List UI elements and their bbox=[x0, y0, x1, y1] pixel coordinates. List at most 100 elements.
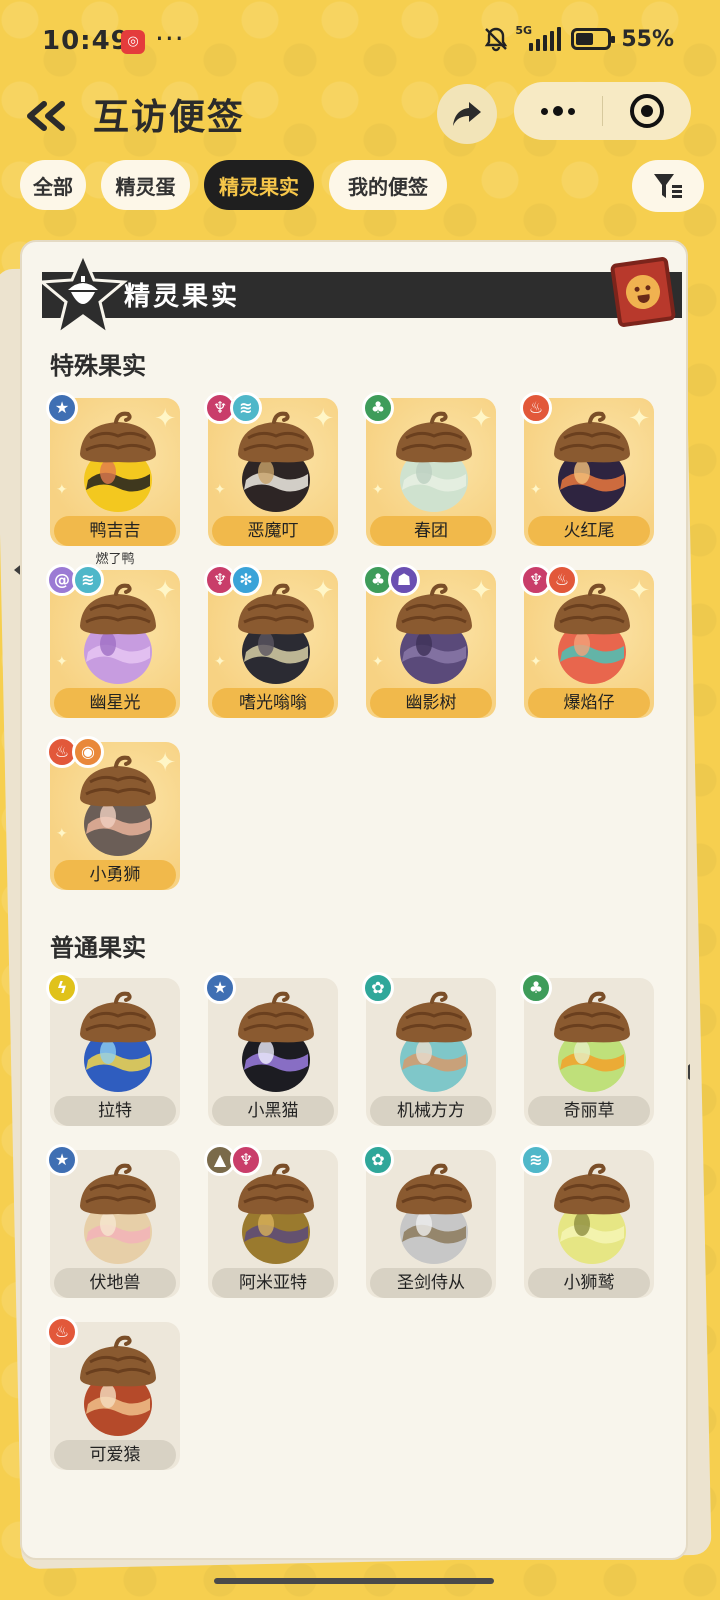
type-badges: ≋ bbox=[520, 1144, 552, 1176]
type-badges: ♨ bbox=[520, 392, 552, 424]
acorn-fruit-icon bbox=[80, 583, 156, 684]
back-button[interactable] bbox=[22, 92, 70, 140]
star-icon: ★ bbox=[46, 392, 78, 424]
shield-icon: ◉ bbox=[72, 736, 104, 768]
sparkle-icon: ✦ bbox=[214, 482, 226, 498]
fruit-tile[interactable]: ϟ 拉特 bbox=[46, 972, 180, 1126]
fruit-tile[interactable]: ★ 小黑猫 bbox=[204, 972, 338, 1126]
status-bar: 10:49 ◎ ··· 5G 55% bbox=[0, 0, 720, 84]
mute-bell-icon bbox=[483, 26, 509, 52]
type-badges: ♨ bbox=[46, 1316, 78, 1348]
card-banner: 精灵果实 bbox=[38, 250, 682, 338]
fruit-tile[interactable]: ✦ ✦ ★ 鸭吉吉 燃了鸭 bbox=[46, 392, 180, 567]
fire-icon: ♨ bbox=[46, 1316, 78, 1348]
double-chevron-left-icon bbox=[27, 101, 65, 131]
fruit-tile[interactable]: ★ 伏地兽 bbox=[46, 1144, 180, 1298]
acorn-fruit-icon bbox=[396, 991, 472, 1092]
more-menu-button[interactable] bbox=[514, 82, 602, 140]
fruit-name: 圣剑侍从 bbox=[370, 1268, 492, 1298]
section-title-special: 特殊果实 bbox=[50, 352, 146, 380]
type-badges: ★ bbox=[46, 392, 78, 424]
filter-icon bbox=[654, 174, 682, 198]
fruit-name: 火红尾 bbox=[528, 516, 650, 546]
snowflake-icon: ✻ bbox=[230, 564, 262, 596]
fruit-name: 爆焰仔 bbox=[528, 688, 650, 718]
demon-icon: ♆ bbox=[230, 1144, 262, 1176]
lightning-icon: ϟ bbox=[46, 972, 78, 1004]
fruit-name: 阿米亚特 bbox=[212, 1268, 334, 1298]
fruit-tile[interactable]: ✦ ✦ ♣ ☗ 幽影树 bbox=[362, 564, 496, 718]
wing-icon: ≋ bbox=[520, 1144, 552, 1176]
acorn-fruit-icon bbox=[396, 1163, 472, 1264]
sparkle-icon: ✦ bbox=[530, 482, 542, 498]
fruit-card: 精灵果实 特殊果实 ✦ ✦ ★ 鸭吉吉 燃了鸭 ✦ ✦ ♆ ≋ 恶魔叮 ✦ ✦ ♣ 春团 ✦ ✦ ♨ 火红尾 ✦ ✦ @… bbox=[20, 240, 688, 1560]
filter-button[interactable] bbox=[632, 160, 704, 212]
share-button[interactable] bbox=[437, 84, 497, 144]
leaf-icon: ♣ bbox=[520, 972, 552, 1004]
sparkle-icon: ✦ bbox=[372, 654, 384, 670]
acorn-fruit-icon bbox=[80, 755, 156, 856]
type-badges: ★ bbox=[46, 1144, 78, 1176]
gear-icon: ✿ bbox=[362, 972, 394, 1004]
status-time: 10:49 bbox=[42, 26, 130, 56]
acorn-fruit-icon bbox=[554, 583, 630, 684]
fruit-name: 小勇狮 bbox=[54, 860, 176, 890]
type-badges: ♣ ☗ bbox=[362, 564, 420, 596]
tab-all[interactable]: 全部 bbox=[20, 160, 86, 210]
fruit-name: 可爱猿 bbox=[54, 1440, 176, 1470]
acorn-fruit-icon bbox=[238, 991, 314, 1092]
acorn-fruit-icon bbox=[238, 583, 314, 684]
fruit-tile[interactable]: ♨ 可爱猿 bbox=[46, 1316, 180, 1470]
fruit-tile[interactable]: ✦ ✦ ♆ ✻ 嗜光嗡嗡 bbox=[204, 564, 338, 718]
miniprogram-capsule bbox=[514, 82, 691, 140]
home-indicator[interactable] bbox=[214, 1578, 494, 1584]
battery-icon bbox=[571, 28, 616, 50]
type-badges: ✿ bbox=[362, 972, 394, 1004]
type-badges: ♆ ✻ bbox=[204, 564, 262, 596]
sparkle-icon: ✦ bbox=[56, 482, 68, 498]
fruit-name: 机械方方 bbox=[370, 1096, 492, 1126]
fruit-tile[interactable]: ≋ 小狮鹫 bbox=[520, 1144, 654, 1298]
fruit-tile[interactable]: ✦ ✦ ♨ ◉ 小勇狮 bbox=[46, 736, 180, 890]
tab-spirit-fruit[interactable]: 精灵果实 bbox=[204, 160, 314, 210]
fruit-tile[interactable]: ▲ ♆ 阿米亚特 bbox=[204, 1144, 338, 1298]
acorn-fruit-icon bbox=[554, 991, 630, 1092]
wing-icon: ≋ bbox=[72, 564, 104, 596]
acorn-fruit-icon bbox=[396, 411, 472, 512]
fruit-tile[interactable]: ✿ 机械方方 bbox=[362, 972, 496, 1126]
fruit-name: 小黑猫 bbox=[212, 1096, 334, 1126]
close-miniprogram-button[interactable] bbox=[603, 82, 691, 140]
type-badges: ϟ bbox=[46, 972, 78, 1004]
star-icon: ★ bbox=[46, 1144, 78, 1176]
fruit-tile[interactable]: ✿ 圣剑侍从 bbox=[362, 1144, 496, 1298]
type-badges: ♣ bbox=[362, 392, 394, 424]
fruit-tile[interactable]: ✦ ✦ ♣ 春团 bbox=[362, 392, 496, 546]
acorn-fruit-icon bbox=[238, 1163, 314, 1264]
sparkle-icon: ✦ bbox=[214, 654, 226, 670]
sparkle-icon: ✦ bbox=[372, 482, 384, 498]
type-badges: ♆ ≋ bbox=[204, 392, 262, 424]
acorn-star-icon bbox=[38, 250, 128, 338]
banner-title: 精灵果实 bbox=[124, 282, 241, 312]
acorn-fruit-icon bbox=[554, 1163, 630, 1264]
acorn-fruit-icon bbox=[80, 991, 156, 1092]
page-title: 互访便签 bbox=[93, 97, 246, 138]
fruit-name: 幽星光 bbox=[54, 688, 176, 718]
fruit-tile[interactable]: ♣ 奇丽草 bbox=[520, 972, 654, 1126]
fruit-name: 春团 bbox=[370, 516, 492, 546]
tab-spirit-egg[interactable]: 精灵蛋 bbox=[101, 160, 190, 210]
type-badges: ✿ bbox=[362, 1144, 394, 1176]
acorn-fruit-icon bbox=[554, 411, 630, 512]
leaf-icon: ♣ bbox=[362, 392, 394, 424]
fruit-tile[interactable]: ✦ ✦ ♆ ♨ 爆焰仔 bbox=[520, 564, 654, 718]
gear-icon: ✿ bbox=[362, 1144, 394, 1176]
acorn-fruit-icon bbox=[80, 1335, 156, 1436]
fruit-name: 伏地兽 bbox=[54, 1268, 176, 1298]
fruit-tile[interactable]: ✦ ✦ @ ≋ 幽星光 bbox=[46, 564, 180, 718]
section-title-normal: 普通果实 bbox=[50, 934, 146, 962]
fruit-tile[interactable]: ✦ ✦ ♨ 火红尾 bbox=[520, 392, 654, 546]
fruit-tile[interactable]: ✦ ✦ ♆ ≋ 恶魔叮 bbox=[204, 392, 338, 546]
fruit-name: 嗜光嗡嗡 bbox=[212, 688, 334, 718]
type-badges: ♆ ♨ bbox=[520, 564, 578, 596]
tab-my-notes[interactable]: 我的便签 bbox=[329, 160, 447, 210]
